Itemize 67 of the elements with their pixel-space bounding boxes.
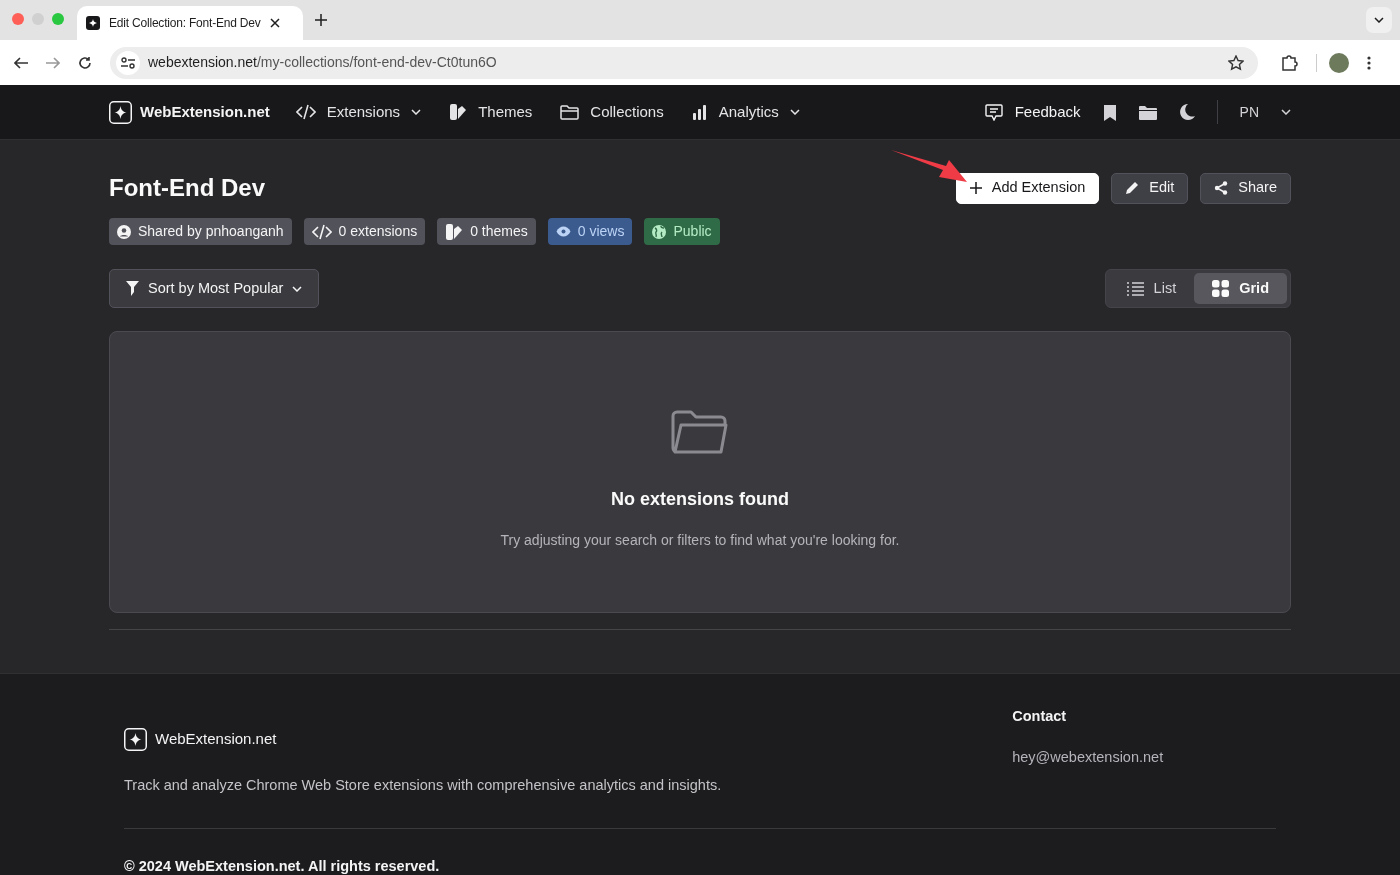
nav-link[interactable]: Themes bbox=[449, 100, 533, 124]
user-menu-button[interactable]: PN bbox=[1239, 101, 1291, 123]
reload-icon[interactable] bbox=[78, 55, 92, 70]
code-icon bbox=[311, 223, 332, 240]
nav-link[interactable]: Extensions bbox=[295, 100, 422, 124]
back-arrow-icon[interactable] bbox=[14, 56, 28, 69]
footer-tagline: Track and analyze Chrome Web Store extensions with comprehensive analytics and insights. bbox=[124, 776, 722, 795]
share-icon bbox=[1214, 181, 1229, 195]
share-button[interactable]: Share bbox=[1200, 172, 1291, 204]
address-bar[interactable]: webextension.net/my-collections/font-end-dev-Ct0tun6O bbox=[110, 46, 1258, 79]
folder-icon[interactable] bbox=[1138, 104, 1157, 120]
empty-state-title: No extensions found bbox=[611, 488, 789, 511]
plus-icon bbox=[969, 182, 982, 194]
logo-icon bbox=[124, 728, 147, 751]
more-icon[interactable] bbox=[1367, 55, 1371, 70]
tab-list-button[interactable] bbox=[1366, 7, 1392, 33]
forward-arrow-icon[interactable] bbox=[46, 56, 60, 69]
eye-icon bbox=[555, 226, 571, 237]
close-icon[interactable] bbox=[269, 18, 280, 28]
visibility-badge: Public bbox=[644, 218, 720, 245]
avatar-icon[interactable] bbox=[1329, 52, 1349, 73]
funnel-icon bbox=[126, 281, 139, 296]
contact-heading: Contact bbox=[1012, 707, 1068, 726]
contact-email[interactable]: hey@webextension.net bbox=[1012, 746, 1164, 769]
folder-icon bbox=[671, 408, 729, 456]
new-tab-icon[interactable] bbox=[315, 14, 327, 26]
chat-icon bbox=[984, 103, 1003, 121]
star-icon[interactable] bbox=[1228, 54, 1244, 71]
favicon-icon bbox=[86, 16, 100, 30]
grid-icon bbox=[1212, 280, 1230, 297]
user-icon bbox=[117, 224, 131, 239]
swatch-icon bbox=[445, 222, 464, 241]
list-icon bbox=[1126, 281, 1144, 296]
edit-button[interactable]: Edit bbox=[1111, 172, 1189, 204]
themes-count-badge: 0 themes bbox=[437, 218, 536, 245]
url-text: webextension.net/my-collections/font-end-dev-Ct0tun6O bbox=[148, 53, 497, 72]
logo-icon bbox=[109, 100, 132, 124]
view-toggle[interactable]: Grid bbox=[1194, 273, 1287, 304]
tab-title: Edit Collection: Font-End Dev bbox=[109, 15, 261, 32]
puzzle-icon[interactable] bbox=[1282, 54, 1298, 71]
sort-dropdown[interactable]: Sort by Most Popular bbox=[109, 269, 320, 308]
feedback-link[interactable]: Feedback bbox=[984, 100, 1081, 124]
bookmark-icon[interactable] bbox=[1102, 103, 1117, 121]
site-settings-icon[interactable] bbox=[116, 50, 140, 75]
caret-icon bbox=[1281, 109, 1291, 115]
pencil-icon bbox=[1125, 181, 1140, 195]
moon-icon[interactable] bbox=[1178, 103, 1195, 121]
add-extension-button[interactable]: Add Extension bbox=[955, 172, 1100, 204]
code-icon bbox=[295, 104, 316, 120]
collection-title: Font-End Dev bbox=[109, 173, 265, 203]
copyright-text: © 2024 WebExtension.net. All rights reserved. bbox=[124, 856, 441, 875]
globe-icon bbox=[652, 224, 667, 239]
views-count-badge: 0 views bbox=[547, 218, 633, 245]
swatch-icon bbox=[449, 103, 468, 121]
footer-brand[interactable]: WebExtension.net bbox=[124, 728, 722, 751]
owner-badge: Shared by pnhoanganh bbox=[109, 218, 292, 245]
folder-icon bbox=[560, 104, 580, 120]
nav-link[interactable]: Collections bbox=[560, 100, 664, 124]
view-toggle[interactable]: List bbox=[1108, 273, 1195, 304]
bar-chart-icon bbox=[691, 104, 708, 120]
nav-link[interactable]: Analytics bbox=[691, 100, 800, 124]
browser-tab[interactable]: Edit Collection: Font-End Dev bbox=[77, 6, 303, 40]
extensions-count-badge: 0 extensions bbox=[303, 218, 426, 245]
caret-icon bbox=[1374, 17, 1384, 23]
empty-state-message: Try adjusting your search or filters to find what you're looking for. bbox=[500, 531, 900, 550]
caret-icon bbox=[292, 285, 303, 292]
brand-link[interactable]: WebExtension.net bbox=[109, 100, 270, 124]
